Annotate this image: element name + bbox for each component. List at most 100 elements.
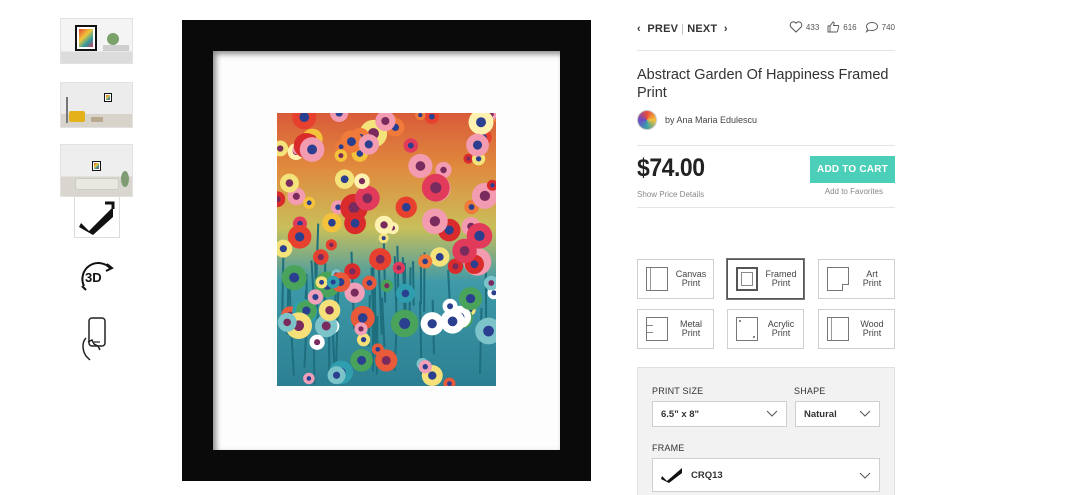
plant [107,33,119,45]
like-button[interactable]: 433 [789,21,819,33]
add-to-cart-button[interactable]: ADD TO CART [810,156,895,183]
flower-center [427,319,437,329]
flower-center [360,337,367,343]
thumbnail-living-room[interactable] [60,144,133,197]
flower-center [328,218,336,227]
flower-center [283,318,291,327]
flower-center [407,142,414,149]
type-art-print[interactable]: Art Print [818,259,895,299]
flower-center [402,202,411,212]
flower-stem [412,261,415,306]
thumbnail-shelf[interactable] [60,18,133,64]
framed-icon [736,267,758,291]
divider [637,145,895,146]
type-framed-print[interactable]: Framed Print [727,259,804,299]
type-label-line2: Print [862,278,882,288]
type-label: Wood Print [856,320,888,338]
flower-center [466,156,471,161]
flower-center [366,280,373,286]
flower-center [475,156,482,162]
flower-center [479,190,491,202]
thumbnail-frame [92,161,101,171]
flower-center [362,193,373,204]
acrylic-icon [736,317,758,341]
flower-center [429,216,441,227]
artwork-image [277,113,496,386]
flower-center [430,182,442,194]
flower-painting [277,113,496,386]
type-acrylic-print[interactable]: Acrylic Print [727,309,804,349]
main-product-image[interactable] [182,20,591,481]
print-size-value: 6.5" x 8" [661,408,700,420]
lamp [66,97,68,123]
type-label-line2: Print [862,328,882,338]
print-size-select[interactable]: 6.5" x 8" [652,401,787,427]
show-price-details-link[interactable]: Show Price Details [637,190,704,199]
flower-center [350,288,359,297]
flower-center [465,293,476,304]
type-metal-print[interactable]: Metal Print [637,309,714,349]
art-print-icon [827,267,849,291]
flower-center [452,263,459,270]
flower-center [380,221,388,229]
flower-center [428,113,435,120]
flower-center [418,113,423,118]
divider [637,50,895,51]
flower-center [447,303,454,310]
flower-stem [381,297,386,348]
flower-center [349,268,356,275]
sofa [75,178,119,190]
comments-button[interactable]: 740 [865,21,895,33]
like-count: 433 [805,22,820,32]
type-label: Framed Print [765,270,797,288]
add-to-favorites-link[interactable]: Add to Favorites [825,187,883,196]
thumbs-up-button[interactable]: 616 [827,21,857,33]
flower-center [332,371,341,379]
flower-center [447,381,452,386]
flower-center [294,232,305,242]
flower-center [401,289,410,298]
frame-mat [213,51,560,450]
comment-count: 740 [881,22,895,32]
price: $74.00 [637,154,705,182]
frame-select[interactable]: CRQ13 [652,458,880,492]
type-wood-print[interactable]: Wood Print [818,309,895,349]
flower-center [476,117,487,128]
shape-label: SHAPE [794,386,826,396]
options-panel: PRINT SIZE SHAPE 6.5" x 8" Natural FRAME… [637,367,895,495]
prev-arrow-icon: ‹ [637,23,641,35]
type-canvas-print[interactable]: Canvas Print [637,259,714,299]
type-label-line2: Print [681,278,701,288]
flower-center [325,305,334,315]
flower-center [381,356,391,365]
flower-center [358,178,366,185]
view-in-room-button[interactable] [76,316,122,362]
side-table [91,117,103,122]
artist-name: by Ana Maria Edulescu [665,115,758,125]
frame-label: FRAME [652,443,685,453]
comment-icon [865,22,878,33]
thumbnail-room-chair[interactable] [60,82,133,128]
flower-center [321,321,331,331]
shape-select[interactable]: Natural [795,401,880,427]
flower-center [329,242,334,248]
prev-next-nav: ‹ PREV | NEXT › [637,23,728,35]
heart-icon [789,21,803,33]
flower-center [381,236,386,241]
artist-row[interactable]: by Ana Maria Edulescu [637,110,757,130]
flower-center [314,339,321,346]
flower-center [358,326,364,332]
chevron-down-icon [859,472,871,479]
flower-center [396,265,402,271]
next-link[interactable]: NEXT › [687,23,728,35]
flower-center [447,316,458,327]
view-3d-button[interactable]: 3D [74,258,120,298]
thumbs-up-count: 616 [843,22,857,32]
flower-center [330,279,336,285]
flower-center [470,260,479,269]
frame-corner-view-button[interactable] [74,196,120,238]
next-arrow-icon: › [723,23,728,35]
prev-link[interactable]: ‹ PREV [637,23,678,35]
flower-center [357,313,368,323]
type-label-line2: Print [771,328,791,338]
